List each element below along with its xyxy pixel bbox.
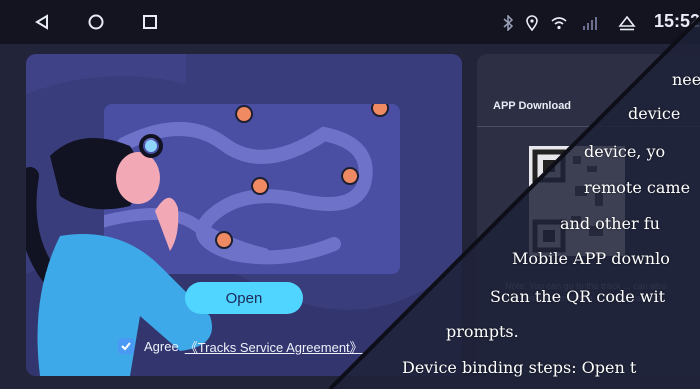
screen: 15:52 Open Agree 《Tracks Service Agreeme… (0, 0, 700, 389)
eject-icon (618, 15, 636, 31)
agreement-row: Agree 《Tracks Service Agreement》 (118, 335, 363, 357)
app-download-panel: APP Download Note: You can go to the tra… (477, 54, 700, 376)
qr-code (529, 146, 625, 256)
signal-icon (582, 15, 598, 31)
status-bar: 15:52 (0, 0, 700, 44)
tab-divider (477, 126, 700, 127)
bluetooth-icon (500, 14, 516, 32)
back-icon[interactable] (30, 10, 54, 34)
tracks-intro-panel: Open Agree 《Tracks Service Agreement》 (26, 54, 462, 376)
wifi-icon (550, 15, 567, 31)
note-text: Note: You can go to the track ... can al… (505, 281, 667, 303)
location-icon (524, 15, 540, 32)
agree-label: Agree (144, 338, 179, 354)
tab-app-download[interactable]: APP Download (493, 100, 571, 112)
home-icon[interactable] (84, 10, 108, 34)
open-button[interactable]: Open (185, 282, 303, 314)
service-agreement-link[interactable]: 《Tracks Service Agreement》 (185, 337, 363, 356)
agree-checkbox[interactable] (118, 338, 134, 354)
recents-icon[interactable] (138, 10, 162, 34)
checkmark-icon (121, 342, 131, 351)
clock: 15:52 (654, 11, 700, 31)
